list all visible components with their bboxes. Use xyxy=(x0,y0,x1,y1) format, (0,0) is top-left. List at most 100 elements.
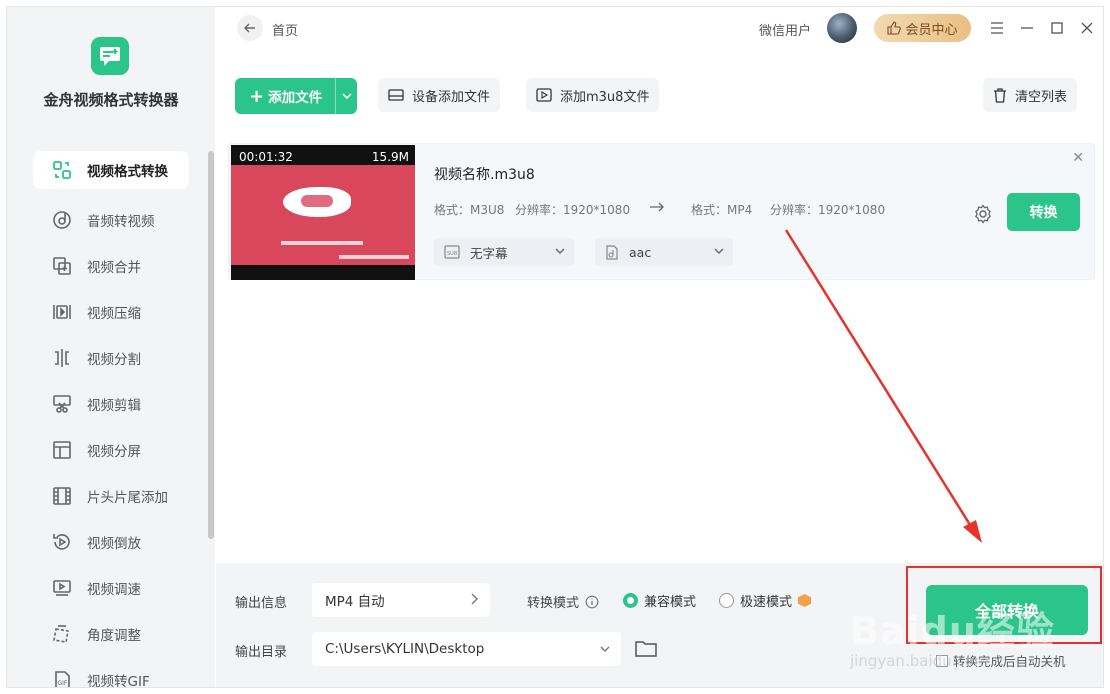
sidebar-item-rotate[interactable]: 角度调整 xyxy=(33,611,189,657)
output-dir-select[interactable]: C:\Users\KYLIN\Desktop xyxy=(312,632,621,666)
app-logo-icon xyxy=(100,47,120,66)
sidebar-item-audio-to-video[interactable]: 音频转视频 xyxy=(33,197,189,243)
vip-center-label: 会员中心 xyxy=(905,22,958,38)
sidebar-item-video-compress[interactable]: 视频压缩 xyxy=(33,289,189,335)
settings-gear-icon[interactable] xyxy=(973,204,993,228)
audio-track-icon xyxy=(605,244,619,260)
video-thumbnail[interactable]: 00:01:32 15.9M xyxy=(231,145,415,280)
sidebar-item-video-convert[interactable]: 视频格式转换 xyxy=(33,151,189,189)
sidebar-item-video-to-gif[interactable]: GIF 视频转GIF xyxy=(33,657,189,688)
sidebar-item-intro-outro[interactable]: 片头片尾添加 xyxy=(33,473,189,519)
subtitle-select[interactable]: SUB 无字幕 xyxy=(434,238,574,266)
sidebar-item-video-edit[interactable]: 视频剪辑 xyxy=(33,381,189,427)
output-format-select[interactable]: MP4 自动 xyxy=(312,583,490,617)
clear-list-button[interactable]: 清空列表 xyxy=(983,78,1078,112)
maximize-button[interactable] xyxy=(1047,18,1067,38)
fast-mode-radio[interactable]: 极速模式 xyxy=(719,591,812,610)
file-card: 00:01:32 15.9M 视频名称.m3u8 格式：M3U8 分辨率：192… xyxy=(228,143,1095,280)
gif-icon: GIF xyxy=(51,669,73,687)
app-name: 金舟视频格式转换器 xyxy=(43,91,179,109)
info-icon[interactable] xyxy=(585,595,599,609)
plus-icon: + xyxy=(249,85,265,107)
sidebar-item-label: 视频转GIF xyxy=(87,674,150,688)
sidebar-item-label: 角度调整 xyxy=(87,628,141,644)
top-bar: 首页 微信用户 会员中心 xyxy=(215,7,1103,51)
speed-icon xyxy=(51,577,73,599)
back-button[interactable] xyxy=(237,15,263,41)
arrow-right-icon xyxy=(649,198,665,217)
radio-selected-icon xyxy=(623,593,638,608)
rotate-icon xyxy=(51,623,73,645)
subtitle-value: 无字幕 xyxy=(470,245,508,261)
file-name: 视频名称.m3u8 xyxy=(434,167,535,183)
close-button[interactable] xyxy=(1077,18,1097,38)
user-name[interactable]: 微信用户 xyxy=(759,20,811,39)
svg-text:GIF: GIF xyxy=(58,680,68,687)
sidebar-item-label: 视频格式转换 xyxy=(87,164,168,180)
convert-mode-label: 转换模式 xyxy=(527,592,599,611)
svg-text:SUB: SUB xyxy=(447,251,458,257)
source-format: 格式：M3U8 xyxy=(434,203,505,217)
remove-file-icon[interactable]: ✕ xyxy=(1072,150,1084,166)
audio-select[interactable]: aac xyxy=(595,238,733,266)
convert-button[interactable]: 转换 xyxy=(1007,193,1080,231)
convert-icon xyxy=(51,159,73,181)
sidebar-scrollbar[interactable] xyxy=(208,151,214,539)
sidebar-item-video-merge[interactable]: 视频合并 xyxy=(33,243,189,289)
sidebar-item-video-split[interactable]: 视频分割 xyxy=(33,335,189,381)
add-file-main[interactable]: + 添加文件 xyxy=(235,78,335,114)
sidebar-item-speed[interactable]: 视频调速 xyxy=(33,565,189,611)
arrow-left-icon xyxy=(244,23,255,33)
play-box-icon xyxy=(536,88,552,102)
avatar[interactable] xyxy=(827,13,857,43)
chevron-down-icon xyxy=(714,248,724,254)
compat-mode-radio[interactable]: 兼容模式 xyxy=(623,591,696,610)
sidebar-item-label: 视频剪辑 xyxy=(87,398,141,414)
sidebar-item-label: 视频分屏 xyxy=(87,444,141,460)
target-resolution[interactable]: 分辨率：1920*1080 xyxy=(770,201,885,218)
target-format[interactable]: 格式：MP4 xyxy=(691,201,752,218)
close-icon xyxy=(1081,22,1093,34)
sidebar-item-split-screen[interactable]: 视频分屏 xyxy=(33,427,189,473)
device-add-file-button[interactable]: 设备添加文件 xyxy=(378,78,501,112)
subtitle-icon: SUB xyxy=(444,245,460,259)
scissors-icon xyxy=(51,393,73,415)
add-m3u8-button[interactable]: 添加m3u8文件 xyxy=(526,78,660,112)
menu-button[interactable] xyxy=(987,18,1007,38)
sidebar-item-reverse[interactable]: 视频倒放 xyxy=(33,519,189,565)
menu-icon xyxy=(991,22,1003,34)
split-icon xyxy=(51,347,73,369)
layout-icon xyxy=(51,439,73,461)
device-add-file-label: 设备添加文件 xyxy=(412,89,491,105)
sidebar-nav: 视频格式转换 音频转视频 视频合并 视频压缩 视频分割 视频剪辑 视频分屏 片头… xyxy=(33,151,189,688)
folder-icon[interactable] xyxy=(635,639,657,661)
thumbnail-text-line xyxy=(339,255,409,259)
sidebar-item-label: 视频倒放 xyxy=(87,536,141,552)
output-dir-value: C:\Users\KYLIN\Desktop xyxy=(325,641,485,657)
sidebar-item-label: 视频调速 xyxy=(87,582,141,598)
watermark: Baidu经验 xyxy=(850,609,1055,653)
app-logo xyxy=(91,37,129,75)
output-format-value: MP4 自动 xyxy=(325,594,385,610)
chevron-down-icon xyxy=(555,248,565,254)
compat-mode-label: 兼容模式 xyxy=(644,595,697,610)
film-icon xyxy=(51,485,73,507)
add-file-label: 添加文件 xyxy=(268,90,323,106)
output-dir-label: 输出目录 xyxy=(235,645,288,660)
watermark-sub: jingyan.baidu.com xyxy=(850,652,989,670)
compress-icon xyxy=(51,301,73,323)
sidebar-item-label: 音频转视频 xyxy=(87,214,155,230)
add-file-button[interactable]: + 添加文件 xyxy=(235,78,357,114)
sidebar-item-label: 视频压缩 xyxy=(87,306,141,322)
vip-badge-icon xyxy=(798,594,812,607)
vip-center-button[interactable]: 会员中心 xyxy=(874,14,971,42)
sidebar: 金舟视频格式转换器 视频格式转换 音频转视频 视频合并 视频压缩 视频分割 视频… xyxy=(7,7,215,687)
merge-icon xyxy=(51,255,73,277)
video-size: 15.9M xyxy=(371,150,409,164)
thumbnail-image xyxy=(231,165,415,265)
minimize-button[interactable] xyxy=(1017,18,1037,38)
breadcrumb-home[interactable]: 首页 xyxy=(272,20,298,39)
hard-drive-icon xyxy=(388,88,404,102)
add-file-dropdown[interactable] xyxy=(335,78,357,114)
trash-icon xyxy=(993,87,1007,103)
